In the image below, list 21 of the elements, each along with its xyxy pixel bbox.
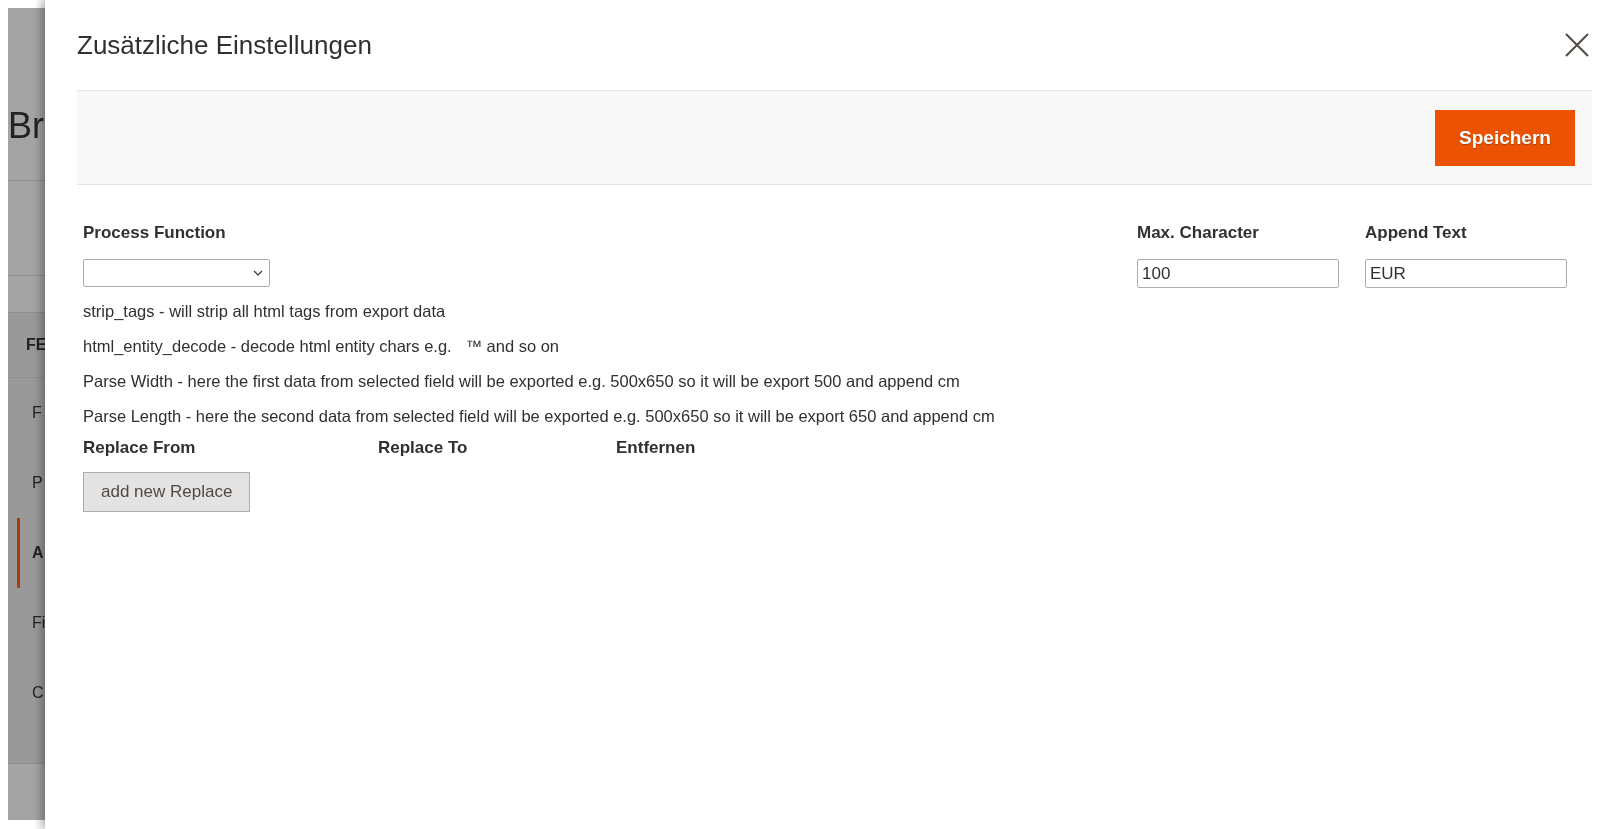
column-header: Replace From	[83, 438, 197, 459]
field-label: Max. Character	[1137, 223, 1260, 244]
column-header: Entfernen	[616, 438, 696, 459]
help-text: Parse Width - here the first data from selected field will be exported e.g. 500x650 so it will be export 500 and append cm	[83, 371, 961, 392]
input-field[interactable]: 100	[1137, 259, 1339, 288]
save-button[interactable]: Speichern	[1435, 109, 1575, 166]
modal-title: Zusätzliche Einstellungen	[77, 29, 372, 61]
nav-item[interactable]: F	[17, 378, 45, 448]
close-icon[interactable]	[1565, 33, 1589, 57]
nav-item[interactable]: C	[17, 658, 45, 728]
field-label: Append Text	[1365, 223, 1468, 244]
field-label: Process Function	[83, 223, 227, 244]
nav-item[interactable]: P	[17, 448, 45, 518]
column-header: Replace To	[378, 438, 469, 459]
nav-item[interactable]: Fi	[17, 588, 45, 658]
help-text: strip_tags - will strip all html tags from export data	[83, 301, 447, 322]
help-text: Parse Length - here the second data from selected field will be exported e.g. 500x650 so it will be export 650 and append cm	[83, 406, 996, 427]
help-text: html_entity_decode - decode html entity chars e.g. ™ and so on	[83, 336, 561, 357]
input-field[interactable]: EUR	[1365, 259, 1567, 288]
add-replace-button[interactable]: add new Replace	[83, 472, 251, 512]
caret-icon	[253, 270, 263, 276]
